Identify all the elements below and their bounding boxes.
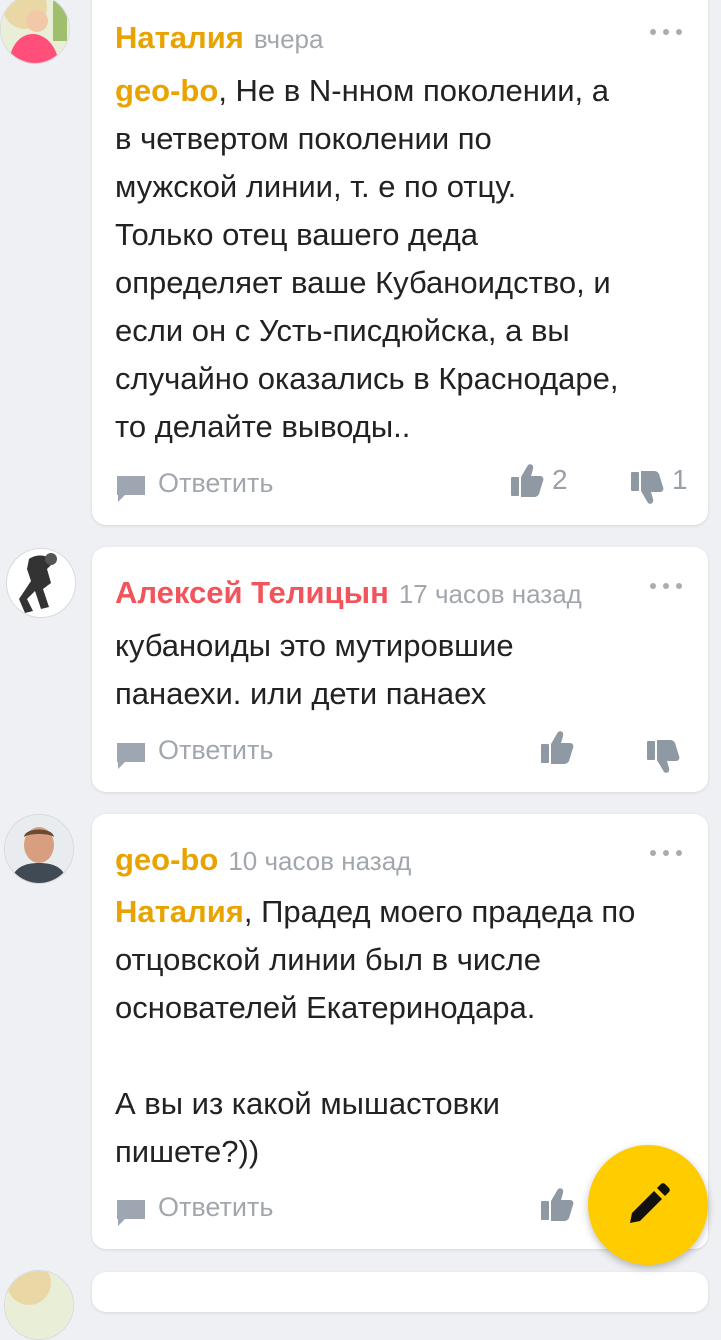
- comment-time: вчера: [253, 24, 324, 54]
- user-photo: [7, 549, 75, 617]
- comment-text: geo-bo, Не в N-нном поколении, а в четве…: [115, 67, 678, 451]
- like-button[interactable]: 2: [510, 462, 570, 502]
- user-photo: [1, 0, 69, 63]
- reply-label: Ответить: [158, 468, 274, 498]
- speech-bubble-icon: [117, 476, 145, 502]
- text-line: А вы из какой мышастовки: [115, 1086, 501, 1121]
- text-line: кубаноиды это мутировшие: [115, 628, 514, 663]
- reply-button[interactable]: Ответить: [115, 468, 315, 502]
- text-line: в четвертом поколении по: [115, 121, 492, 156]
- avatar[interactable]: [6, 548, 76, 618]
- text-line: , Не в N-нном поколении, а: [218, 73, 610, 108]
- dislike-count: 1: [672, 464, 688, 495]
- avatar[interactable]: [0, 0, 70, 64]
- user-photo: [5, 1271, 73, 1339]
- thumb-down-icon: [631, 471, 664, 504]
- comment-author[interactable]: Наталия: [115, 20, 244, 55]
- text-line: основателей Екатеринодара.: [115, 990, 536, 1025]
- reply-label: Ответить: [158, 735, 274, 765]
- mention-link[interactable]: geo-bo: [115, 73, 218, 108]
- text-line: то делайте выводы..: [115, 409, 411, 444]
- comment-header: Наталия вчера: [115, 20, 323, 56]
- like-button[interactable]: [540, 1186, 580, 1226]
- thumb-up-icon: [541, 731, 574, 764]
- comment-header: Алексей Телицын 17 часов назад: [115, 575, 582, 611]
- thumb-up-icon: [541, 1188, 574, 1221]
- dislike-button[interactable]: 1: [630, 464, 690, 510]
- comment-card: [92, 1272, 708, 1312]
- comment-text: кубаноиды это мутировшие панаехи. или де…: [115, 622, 678, 718]
- pencil-icon: [630, 1183, 670, 1223]
- comment-author[interactable]: geo-bo: [115, 842, 218, 877]
- more-options-button[interactable]: [650, 27, 684, 37]
- comment-card: Алексей Телицын 17 часов назад кубаноиды …: [92, 547, 708, 792]
- avatar[interactable]: [4, 1270, 74, 1340]
- text-line: если он с Усть-писдюйска, а вы: [115, 313, 570, 348]
- reply-button[interactable]: Ответить: [115, 1192, 315, 1226]
- speech-bubble-icon: [117, 1200, 145, 1226]
- text-line: определяет ваше Кубаноидство, и: [115, 265, 611, 300]
- text-line: Только отец вашего деда: [115, 217, 479, 252]
- user-photo: [5, 815, 73, 883]
- speech-bubble-icon: [117, 743, 145, 769]
- comment-time: 17 часов назад: [398, 579, 582, 609]
- more-options-button[interactable]: [650, 848, 684, 858]
- comment-header: geo-bo 10 часов назад: [115, 842, 411, 878]
- dislike-button[interactable]: [646, 739, 686, 779]
- text-line: панаехи. или дети панаех: [115, 676, 487, 711]
- comment-time: 10 часов назад: [228, 846, 412, 876]
- reply-button[interactable]: Ответить: [115, 735, 315, 769]
- like-button[interactable]: [540, 729, 580, 769]
- write-comment-button[interactable]: [588, 1145, 708, 1265]
- text-line: , Прадед моего прадеда по: [243, 894, 636, 929]
- text-line: отцовской линии был в числе: [115, 942, 541, 977]
- mention-link[interactable]: Наталия: [115, 894, 244, 929]
- comment-author[interactable]: Алексей Телицын: [115, 575, 389, 610]
- text-line: пишете?)): [115, 1134, 260, 1169]
- comment-card: Наталия вчера geo-bo, Не в N-нном поколен…: [92, 0, 708, 525]
- thumb-up-icon: [511, 464, 544, 497]
- avatar[interactable]: [4, 814, 74, 884]
- thumb-down-icon: [647, 740, 680, 773]
- text-line: случайно оказались в Краснодаре,: [115, 361, 619, 396]
- text-line: мужской линии, т. е по отцу.: [115, 169, 517, 204]
- text-line: [115, 1032, 678, 1080]
- reply-label: Ответить: [158, 1192, 274, 1222]
- more-options-button[interactable]: [650, 581, 684, 591]
- like-count: 2: [552, 464, 568, 495]
- comment-text: Наталия, Прадед моего прадеда по отцовск…: [115, 888, 678, 1176]
